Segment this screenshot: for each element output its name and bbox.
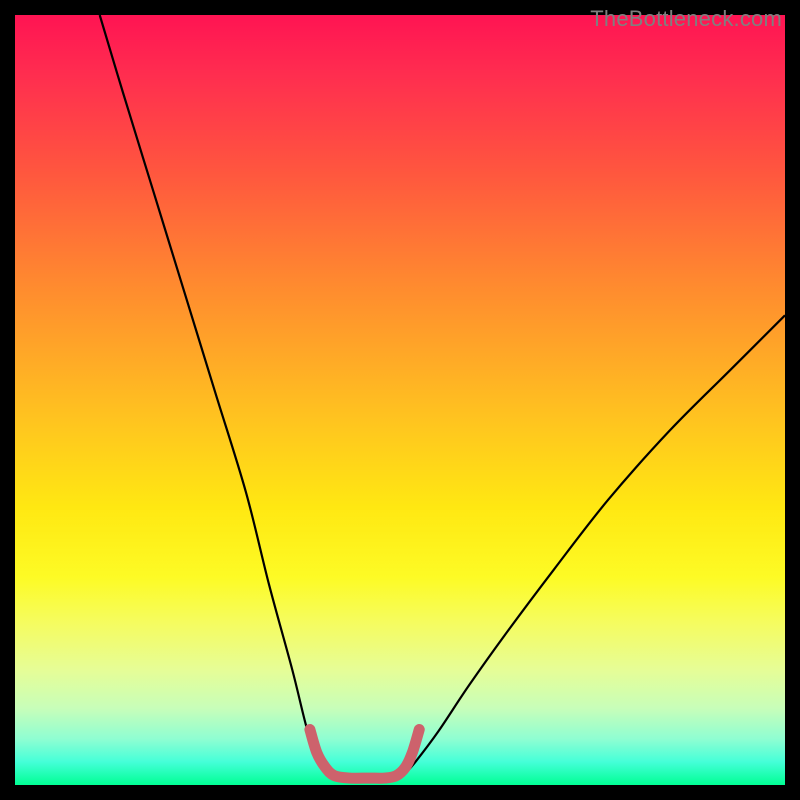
- curve-bottom-highlight: [310, 730, 419, 779]
- chart-plot-area: [15, 15, 785, 785]
- chart-stage: TheBottleneck.com: [0, 0, 800, 800]
- chart-svg: [15, 15, 785, 785]
- curve-left: [100, 15, 328, 776]
- watermark-text: TheBottleneck.com: [590, 6, 782, 32]
- curve-right: [403, 315, 785, 775]
